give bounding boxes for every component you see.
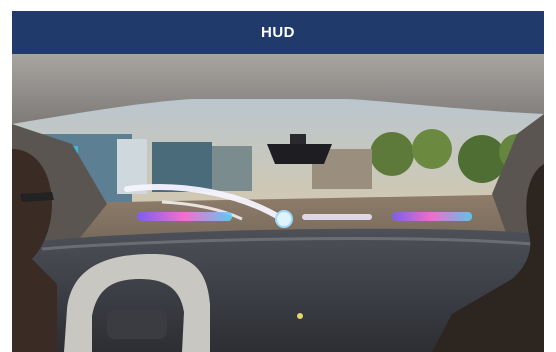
hud-figure: HUD [12,11,544,352]
title-bar: HUD [12,11,544,54]
page-title: HUD [261,24,295,41]
car-interior-photo [12,54,544,352]
